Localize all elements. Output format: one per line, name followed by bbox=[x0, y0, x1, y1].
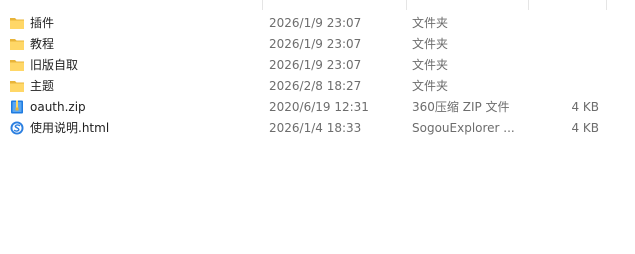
folder-icon bbox=[9, 16, 25, 30]
file-type: 文件夹 bbox=[412, 79, 449, 93]
file-type: 文件夹 bbox=[412, 58, 449, 72]
folder-icon bbox=[9, 79, 25, 93]
file-size: 4 KB bbox=[571, 121, 599, 135]
column-divider bbox=[406, 0, 407, 10]
file-row[interactable]: 主题 2026/2/8 18:27 文件夹 bbox=[0, 76, 635, 97]
file-name[interactable]: 插件 bbox=[30, 13, 54, 34]
sogou-browser-icon bbox=[9, 121, 25, 135]
file-modified-date: 2026/1/9 23:07 bbox=[269, 37, 362, 51]
file-modified-date: 2026/1/9 23:07 bbox=[269, 16, 362, 30]
file-modified-date: 2026/1/4 18:33 bbox=[269, 121, 362, 135]
file-size: 4 KB bbox=[571, 100, 599, 114]
file-name[interactable]: 旧版自取 bbox=[30, 55, 78, 76]
file-type: 文件夹 bbox=[412, 37, 449, 51]
file-type: 文件夹 bbox=[412, 16, 449, 30]
file-row[interactable]: 旧版自取 2026/1/9 23:07 文件夹 bbox=[0, 55, 635, 76]
file-modified-date: 2020/6/19 12:31 bbox=[269, 100, 369, 114]
file-type: 360压缩 ZIP 文件 bbox=[412, 100, 510, 114]
file-type: SogouExplorer ... bbox=[412, 121, 515, 135]
file-row[interactable]: 使用说明.html 2026/1/4 18:33 SogouExplorer .… bbox=[0, 118, 635, 139]
folder-icon bbox=[9, 58, 25, 72]
folder-icon bbox=[9, 37, 25, 51]
file-modified-date: 2026/2/8 18:27 bbox=[269, 79, 362, 93]
column-divider bbox=[606, 0, 607, 10]
column-divider bbox=[262, 0, 263, 10]
file-row[interactable]: 插件 2026/1/9 23:07 文件夹 bbox=[0, 13, 635, 34]
file-name[interactable]: 教程 bbox=[30, 34, 54, 55]
file-name[interactable]: 使用说明.html bbox=[30, 118, 109, 139]
file-name[interactable]: oauth.zip bbox=[30, 97, 86, 118]
file-list: 插件 2026/1/9 23:07 文件夹 教程 2026/1/9 23:07 … bbox=[0, 0, 635, 254]
file-name[interactable]: 主题 bbox=[30, 76, 54, 97]
file-row[interactable]: 教程 2026/1/9 23:07 文件夹 bbox=[0, 34, 635, 55]
file-modified-date: 2026/1/9 23:07 bbox=[269, 58, 362, 72]
zip-archive-icon bbox=[9, 100, 25, 114]
column-divider bbox=[528, 0, 529, 10]
file-row[interactable]: oauth.zip 2020/6/19 12:31 360压缩 ZIP 文件 4… bbox=[0, 97, 635, 118]
